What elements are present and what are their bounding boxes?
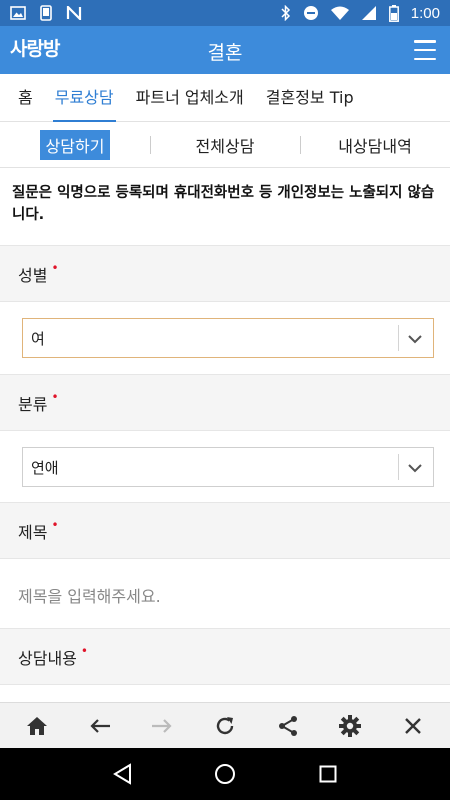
subject-label-row: 제목 • (0, 503, 450, 559)
tab-partners[interactable]: 파트너 업체소개 (136, 74, 244, 122)
content-label: 상담내용 (18, 648, 77, 668)
browser-toolbar (0, 702, 450, 748)
subject-input[interactable]: 제목을 입력해주세요. (18, 583, 161, 607)
wifi-icon (330, 6, 349, 20)
required-mark: • (51, 389, 59, 404)
content-label-row: 상담내용 • (0, 629, 450, 685)
page-title: 결혼 (207, 42, 243, 64)
subtab-all-label: 전체상담 (195, 136, 255, 156)
forward-arrow-icon[interactable] (142, 706, 182, 746)
battery-icon (388, 4, 399, 22)
settings-icon[interactable] (330, 706, 370, 746)
sub-tabs: 상담하기 전체상담 내상담내역 (0, 122, 450, 168)
required-mark: • (51, 260, 59, 275)
app-bar: 사랑방 결혼 (0, 26, 450, 74)
subtab-ask[interactable]: 상담하기 (0, 129, 150, 160)
gender-field-row: 여 (0, 302, 450, 375)
privacy-notice: 질문은 익명으로 등록되며 휴대전화번호 등 개인정보는 노출되지 않습니다. (0, 168, 450, 246)
chevron-down-icon (407, 460, 423, 478)
bluetooth-icon (281, 5, 291, 21)
required-mark: • (80, 643, 88, 658)
category-label-row: 분류 • (0, 375, 450, 431)
subtab-ask-label: 상담하기 (39, 129, 111, 160)
n-logo-icon (66, 6, 82, 20)
subject-field-row: 제목을 입력해주세요. (0, 559, 450, 629)
home-icon[interactable] (17, 706, 57, 746)
nav-recents-icon[interactable] (308, 754, 348, 794)
signal-icon (361, 5, 377, 21)
refresh-icon[interactable] (205, 706, 245, 746)
tab-free-consult[interactable]: 무료상담 (52, 74, 116, 122)
system-nav-bar (0, 748, 450, 800)
phone-icon (40, 5, 52, 21)
nav-back-icon[interactable] (102, 754, 142, 794)
content-field-row (0, 685, 450, 702)
gender-select[interactable]: 여 (22, 318, 434, 358)
status-time: 1:00 (410, 4, 440, 22)
nav-home-icon[interactable] (205, 754, 245, 794)
category-field-row: 연애 (0, 431, 450, 503)
tab-wedding-tips[interactable]: 결혼정보 Tip (266, 74, 354, 122)
subtab-all[interactable]: 전체상담 (150, 133, 300, 157)
gender-label-row: 성별 • (0, 246, 450, 302)
required-mark: • (51, 517, 59, 532)
back-arrow-icon[interactable] (80, 706, 120, 746)
hamburger-icon[interactable] (414, 40, 436, 60)
category-value: 연애 (31, 458, 59, 477)
category-label: 분류 (18, 394, 48, 414)
chevron-down-icon (407, 331, 423, 349)
category-select[interactable]: 연애 (22, 447, 434, 487)
gender-label: 성별 (18, 265, 48, 285)
image-icon (10, 6, 26, 20)
do-not-disturb-icon (303, 5, 319, 21)
subtab-my-history-label: 내상담내역 (338, 136, 412, 156)
subtab-my-history[interactable]: 내상담내역 (300, 133, 450, 157)
close-icon[interactable] (393, 706, 433, 746)
status-bar: 1:00 (0, 0, 450, 26)
share-icon[interactable] (268, 706, 308, 746)
subject-label: 제목 (18, 522, 48, 542)
main-tabs: 홈 무료상담 파트너 업체소개 결혼정보 Tip (0, 74, 450, 122)
tab-home[interactable]: 홈 (18, 74, 33, 122)
gender-value: 여 (31, 329, 45, 348)
